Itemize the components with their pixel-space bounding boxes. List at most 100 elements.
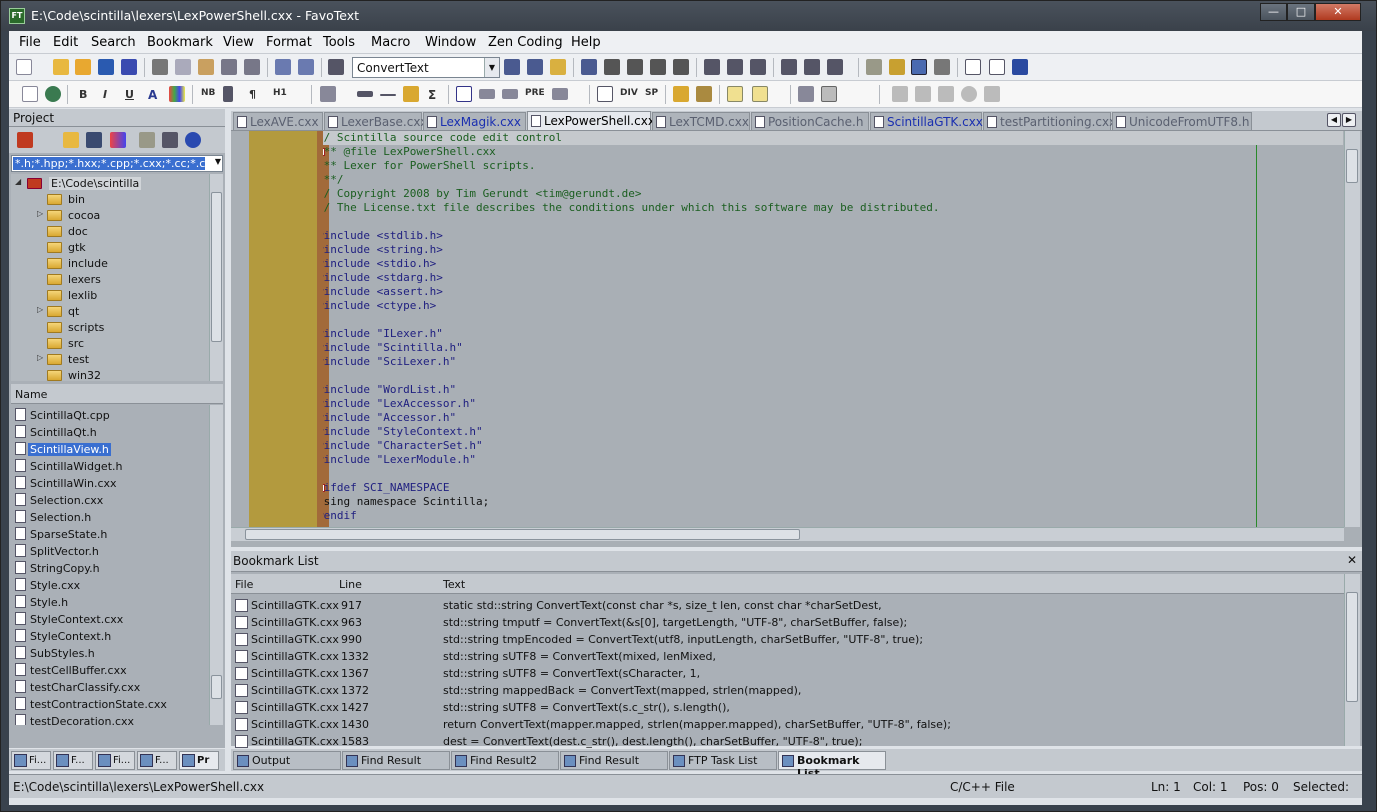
fold-toggle-icon[interactable] [323,484,325,492]
menu-bookmark[interactable]: Bookmark [147,35,213,50]
bookmark-next-icon[interactable] [604,59,620,75]
tab-scintillagtk[interactable]: ScintillaGTK.cxx [870,112,983,131]
code-line[interactable]: 3 ** Lexer for PowerShell scripts. [323,159,1343,173]
code-line[interactable]: 8#include <stdlib.h> [323,229,1343,243]
list-item[interactable]: Style.h [13,594,209,611]
code-line[interactable]: 27using namespace Scintilla; [323,495,1343,509]
browser-icon[interactable] [45,86,61,102]
code-line[interactable]: 5// Copyright 2008 by Tim Gerundt <tim@g… [323,187,1343,201]
tree-folder[interactable]: bin [11,192,209,208]
image-icon[interactable] [320,86,336,102]
code-line[interactable]: 22#include "StyleContext.h" [323,425,1343,439]
file-list-scroll-thumb[interactable] [211,675,222,699]
insert-icon[interactable] [673,86,689,102]
list-item[interactable]: StringCopy.h [13,560,209,577]
details-icon[interactable] [162,132,178,148]
tree-scrollbar[interactable] [209,174,223,381]
code-editor[interactable]: 1// Scintilla source code edit control2/… [231,131,1362,547]
center-icon[interactable] [479,89,495,99]
tab-positioncache[interactable]: PositionCache.h [751,112,869,131]
menu-edit[interactable]: Edit [53,35,78,50]
table-row[interactable]: ScintillaGTK.cxx 1430 return ConvertText(m… [231,716,1344,733]
menu-window[interactable]: Window [425,35,476,50]
code-line[interactable]: 18 [323,369,1343,383]
minimize-button[interactable]: — [1260,3,1287,21]
menu-format[interactable]: Format [266,35,312,50]
table-row[interactable]: ScintillaGTK.cxx 1427 std::string sUTF8 = … [231,699,1344,716]
copy-path-icon[interactable] [139,132,155,148]
search-combo[interactable]: ConvertText ▼ [352,57,500,78]
editor-hscroll-thumb[interactable] [245,529,800,540]
spell-check-icon[interactable] [911,59,927,75]
tab-lextcmd[interactable]: LexTCMD.cxx [652,112,750,131]
indent-icon[interactable] [704,59,720,75]
list-item[interactable]: ScintillaWin.cxx [13,475,209,492]
tree-folder[interactable]: ▷ test [11,352,209,368]
undo-icon[interactable] [221,59,237,75]
tab-output[interactable]: Output [233,751,341,770]
chevron-down-icon[interactable]: ▼ [215,157,221,166]
bookmark-scroll-thumb[interactable] [1346,592,1358,702]
column-text[interactable]: Text [443,578,465,591]
find-next-icon[interactable] [504,59,520,75]
refresh-tree-icon[interactable] [185,132,201,148]
code-line[interactable]: 12#include <assert.h> [323,285,1343,299]
table-row[interactable]: ScintillaGTK.cxx 1372 std::string mappedBa… [231,682,1344,699]
outdent-icon[interactable] [727,59,743,75]
tree-folder[interactable]: include [11,256,209,272]
list-item[interactable]: StyleContext.h [13,628,209,645]
table-row[interactable]: ScintillaGTK.cxx 1332 std::string sUTF8 = … [231,648,1344,665]
close-button[interactable]: ✕ [1315,3,1361,21]
bookmark-clear-icon[interactable] [650,59,666,75]
code-line[interactable]: 26#ifdef SCI_NAMESPACE [323,481,1343,495]
block-icon[interactable] [827,59,843,75]
form-icon[interactable] [752,86,768,102]
save-icon[interactable] [98,59,114,75]
code-line[interactable]: 23#include "CharacterSet.h" [323,439,1343,453]
menu-search[interactable]: Search [91,35,136,50]
file-list-header[interactable]: Name [11,384,223,404]
uncomment-icon[interactable] [804,59,820,75]
panel-close-icon[interactable]: ✕ [1347,553,1357,567]
list-item[interactable]: Selection.h [13,509,209,526]
tab-unicodefromutf8[interactable]: UnicodeFromUTF8.h [1112,112,1252,131]
tree-folder[interactable]: src [11,336,209,352]
editor-vscroll[interactable] [1344,131,1360,527]
cut-icon[interactable] [152,59,168,75]
open-folder-icon[interactable] [53,59,69,75]
collapse-icon[interactable]: ◢ [15,177,21,186]
table-row[interactable]: ScintillaGTK.cxx 963 std::string tmputf = … [231,614,1344,631]
color-icon[interactable] [169,86,185,102]
table-row[interactable]: ScintillaGTK.cxx 1583 dest = ConvertText(d… [231,733,1344,750]
tree-folder[interactable]: lexlib [11,288,209,304]
clipboard-icon[interactable] [866,59,882,75]
file-list-scrollbar[interactable] [209,405,223,725]
arrow-left-icon[interactable] [892,86,908,102]
pre-button[interactable]: PRE [525,88,545,98]
color-view-icon[interactable] [110,132,126,148]
menu-macro[interactable]: Macro [371,35,410,50]
hr-icon[interactable] [380,94,396,96]
column-line[interactable]: Line [339,578,362,591]
arrow-right-icon[interactable] [915,86,931,102]
html-page-icon[interactable] [22,86,38,102]
font-face-icon[interactable] [597,86,613,102]
brace-match-icon[interactable] [673,59,689,75]
menu-view[interactable]: View [223,35,254,50]
list-item[interactable]: SparseState.h [13,526,209,543]
bookmark-toggle-icon[interactable] [581,59,597,75]
refresh-icon[interactable] [938,86,954,102]
div-button[interactable]: DIV [620,88,638,98]
bookmark-prev-icon[interactable] [627,59,643,75]
preview-icon[interactable] [798,86,814,102]
tree-folder[interactable]: ▷ qt [11,304,209,320]
code-line[interactable]: 9#include <string.h> [323,243,1343,257]
tree-scroll-thumb[interactable] [211,192,222,342]
tools-icon[interactable] [934,59,950,75]
tree-folder[interactable]: lexers [11,272,209,288]
panel-tab-favorites[interactable]: F... [53,751,93,770]
editor-vscroll-thumb[interactable] [1346,149,1358,183]
table-icon[interactable] [456,86,472,102]
italic-button[interactable]: I [103,88,107,101]
find-prev-icon[interactable] [527,59,543,75]
